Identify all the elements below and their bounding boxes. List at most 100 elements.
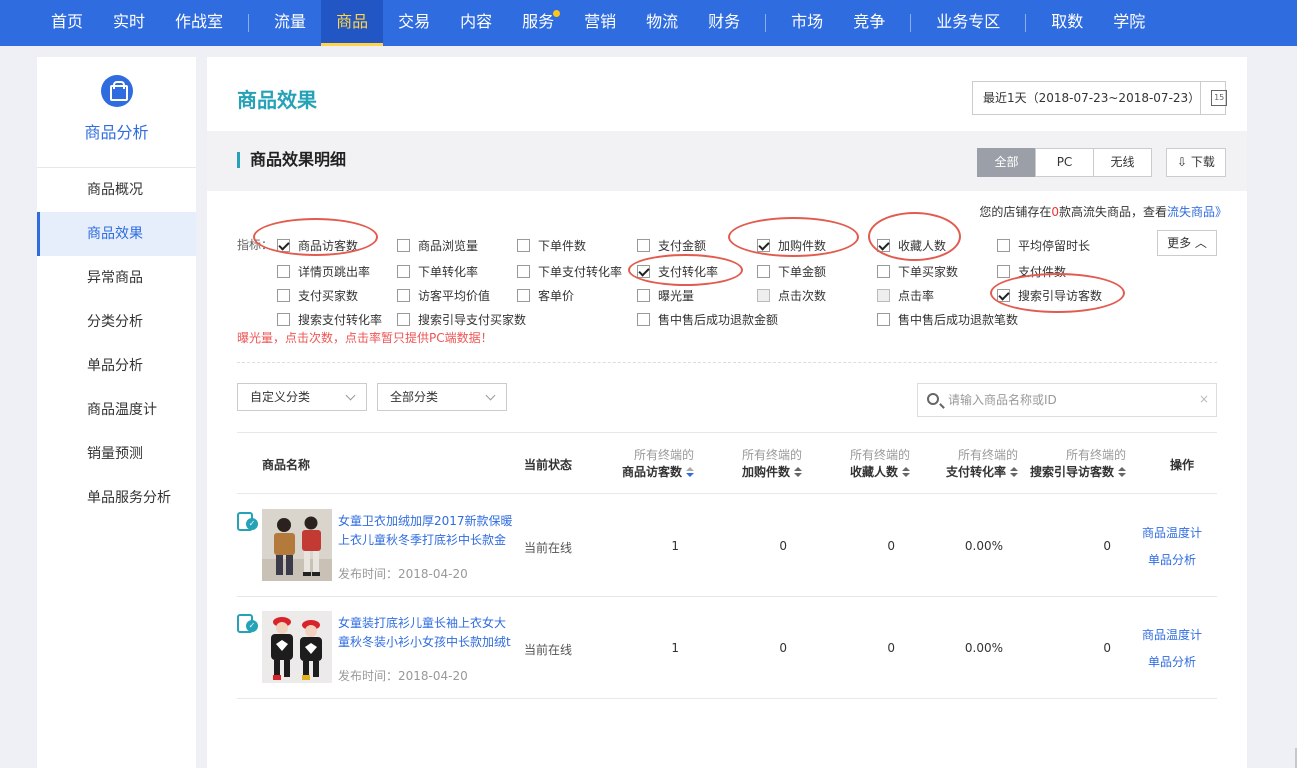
churn-notice: 您的店铺存在0款高流失商品，查看流失商品》 [979, 203, 1227, 220]
nav-item[interactable]: 市场 [776, 0, 838, 46]
product-thumbnail[interactable] [262, 509, 332, 581]
th-conversion[interactable]: 所有终端的 支付转化率 [946, 446, 1018, 480]
metric-label: 下单转化率 [418, 264, 479, 279]
metric-checkbox[interactable]: 搜索引导支付买家数 [397, 311, 526, 327]
sidebar-item[interactable]: 商品温度计 [37, 388, 196, 432]
metric-label: 支付买家数 [298, 288, 359, 303]
calendar-icon: 15 [1211, 90, 1228, 106]
nav-item[interactable]: 交易 [383, 0, 445, 46]
checkbox-icon [877, 312, 890, 326]
calendar-button[interactable]: 15 [1200, 82, 1228, 114]
metric-checkbox[interactable]: 下单件数 [517, 237, 586, 253]
metric-checkbox[interactable]: 点击率 [877, 287, 934, 303]
nav-item[interactable]: 首页 [36, 0, 98, 46]
single-analysis-link[interactable]: 单品分析 [1134, 547, 1210, 574]
metric-checkbox[interactable]: 搜索引导访客数 [997, 287, 1102, 303]
product-thumbnail[interactable] [262, 611, 332, 683]
nav-item[interactable]: 取数 [1036, 0, 1098, 46]
custom-category-select[interactable]: 自定义分类 [237, 383, 367, 411]
metric-checkbox[interactable]: 支付买家数 [277, 287, 358, 303]
pc-only-warning: 曝光量，点击次数，点击率暂只提供PC端数据！ [237, 331, 493, 345]
churn-products-link[interactable]: 流失商品》 [1167, 205, 1227, 219]
nav-item[interactable]: 财务 [693, 0, 755, 46]
th-favorites[interactable]: 所有终端的 收藏人数 [850, 446, 910, 480]
metric-checkbox[interactable]: 客单价 [517, 287, 574, 303]
sidebar-item[interactable]: 异常商品 [37, 256, 196, 300]
metric-checkbox[interactable]: 下单金额 [757, 263, 826, 279]
metric-checkbox[interactable]: 下单支付转化率 [517, 263, 622, 279]
metric-checkbox[interactable]: 访客平均价值 [397, 287, 490, 303]
metric-label: 点击次数 [778, 288, 827, 303]
nav-item[interactable]: 实时 [98, 0, 160, 46]
product-status: 当前在线 [524, 541, 573, 555]
metric-checkbox[interactable]: 售中售后成功退款金额 [637, 311, 778, 327]
favorites-value: 0 [887, 641, 895, 655]
checkbox-checked-icon [997, 288, 1010, 302]
th-cart[interactable]: 所有终端的 加购件数 [742, 446, 802, 480]
single-analysis-link[interactable]: 单品分析 [1134, 649, 1210, 676]
metric-checkbox[interactable]: 支付金额 [637, 237, 706, 253]
product-name-link[interactable]: 女童装打底衫儿童长袖上衣女大童秋冬装小衫小女孩中长款加绒t [338, 614, 513, 652]
metric-checkbox[interactable]: 搜索支付转化率 [277, 311, 382, 327]
metric-checkbox[interactable]: 加购件数 [757, 237, 826, 253]
product-name-link[interactable]: 女童卫衣加绒加厚2017新款保暖上衣儿童秋冬季打底衫中长款金 [338, 512, 513, 550]
metric-checkbox[interactable]: 支付件数 [997, 263, 1066, 279]
nav-item[interactable]: 业务专区 [921, 0, 1015, 46]
metric-checkbox[interactable]: 下单买家数 [877, 263, 958, 279]
metric-checkbox[interactable]: 详情页跳出率 [277, 263, 370, 279]
clear-icon[interactable]: × [1199, 392, 1209, 406]
sort-icon [1010, 467, 1018, 477]
metric-label: 商品访客数 [298, 238, 359, 253]
thermometer-link[interactable]: 商品温度计 [1134, 622, 1210, 649]
sidebar-item[interactable]: 单品服务分析 [37, 476, 196, 520]
segment-button[interactable]: 全部 [977, 148, 1036, 177]
nav-item[interactable]: 营销 [569, 0, 631, 46]
sidebar-item[interactable]: 分类分析 [37, 300, 196, 344]
metric-checkbox[interactable]: 点击次数 [757, 287, 826, 303]
metric-label: 下单金额 [778, 264, 827, 279]
th-search-visitors-label: 搜索引导访客数 [1029, 465, 1114, 479]
checkbox-icon [277, 312, 290, 326]
metric-checkbox[interactable]: 商品浏览量 [397, 237, 478, 253]
metric-checkbox[interactable]: 下单转化率 [397, 263, 478, 279]
nav-item[interactable]: 流量 [259, 0, 321, 46]
mobile-check-icon [237, 512, 258, 531]
nav-separator [910, 14, 912, 32]
nav-item[interactable]: 竞争 [838, 0, 900, 46]
th-search-visitors[interactable]: 所有终端的搜索引导访客数 [1030, 446, 1126, 480]
metric-label: 售中售后成功退款金额 [658, 312, 779, 327]
more-button[interactable]: 更多 ︿ [1157, 230, 1217, 256]
segment-button[interactable]: PC [1035, 148, 1094, 177]
checkbox-checked-icon [757, 238, 770, 252]
th-search-visitors-sub: 所有终端的 [1065, 448, 1126, 462]
search-input[interactable] [948, 390, 1198, 410]
nav-item[interactable]: 商品 [321, 0, 384, 46]
metric-checkbox[interactable]: 支付转化率 [637, 263, 718, 279]
th-visitors[interactable]: 所有终端的 商品访客数 [622, 446, 694, 480]
conversion-value: 0.00% [964, 641, 1003, 655]
metric-checkbox[interactable]: 曝光量 [637, 287, 694, 303]
nav-separator [1025, 14, 1027, 32]
sidebar-item[interactable]: 单品分析 [37, 344, 196, 388]
nav-item[interactable]: 作战室 [160, 0, 238, 46]
checkbox-icon [757, 288, 770, 302]
metric-checkbox[interactable]: 平均停留时长 [997, 237, 1090, 253]
sidebar-item[interactable]: 商品概况 [37, 168, 196, 212]
nav-item[interactable]: 学院 [1098, 0, 1160, 46]
date-range-picker[interactable]: 最近1天（2018-07-23~2018-07-23） 15 [972, 81, 1228, 115]
segment-button[interactable]: 无线 [1093, 148, 1152, 177]
thermometer-link[interactable]: 商品温度计 [1134, 520, 1210, 547]
metric-checkbox[interactable]: 售中售后成功退款笔数 [877, 311, 1018, 327]
metric-label: 详情页跳出率 [298, 264, 371, 279]
nav-item[interactable]: 服务 [507, 0, 569, 46]
metric-checkbox[interactable]: 商品访客数 [277, 237, 358, 253]
metric-checkbox[interactable]: 收藏人数 [877, 237, 946, 253]
search-icon [927, 393, 939, 405]
sidebar-item[interactable]: 销量预测 [37, 432, 196, 476]
nav-item[interactable]: 物流 [631, 0, 693, 46]
nav-item[interactable]: 内容 [445, 0, 507, 46]
checkbox-icon [997, 238, 1010, 252]
download-button[interactable]: ⇩ 下载 [1166, 148, 1226, 177]
sidebar-item[interactable]: 商品效果 [37, 212, 196, 256]
all-category-select[interactable]: 全部分类 [377, 383, 507, 411]
